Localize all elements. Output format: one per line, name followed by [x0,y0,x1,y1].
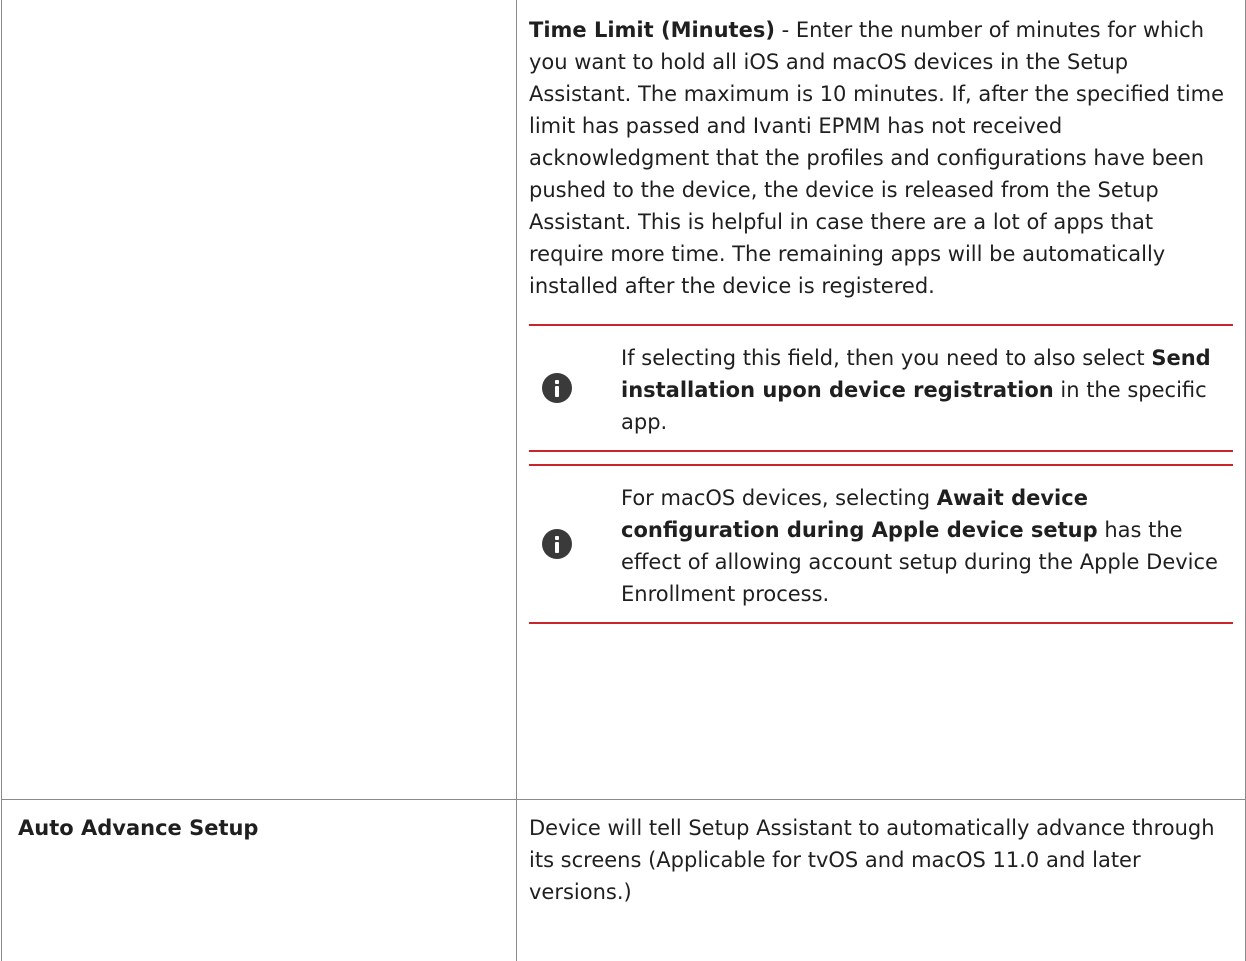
time-limit-paragraph: Time Limit (Minutes) - Enter the number … [529,14,1233,302]
info-icon [542,529,572,559]
label-cell: Auto Advance Setup [2,800,517,961]
note-text-start: If selecting this field, then you need t… [621,346,1151,370]
time-limit-description: - Enter the number of minutes for which … [529,18,1224,298]
note-callout: For macOS devices, selecting Await devic… [529,464,1233,624]
description-cell: Device will tell Setup Assistant to auto… [517,800,1246,961]
time-limit-term: Time Limit (Minutes) [529,18,775,42]
auto-advance-description: Device will tell Setup Assistant to auto… [529,812,1233,908]
settings-table: Time Limit (Minutes) - Enter the number … [1,0,1246,961]
note-bottom-rule [529,622,1233,624]
note-callout: If selecting this field, then you need t… [529,324,1233,452]
empty-label-cell [2,0,517,800]
description-cell: Time Limit (Minutes) - Enter the number … [517,0,1246,800]
info-icon [542,373,572,403]
table-row: Auto Advance Setup Device will tell Setu… [2,800,1246,961]
note-bottom-rule [529,450,1233,452]
note-text: For macOS devices, selecting Await devic… [621,482,1223,610]
table-row: Time Limit (Minutes) - Enter the number … [2,0,1246,800]
note-text: If selecting this field, then you need t… [621,342,1223,438]
note-text-start: For macOS devices, selecting [621,486,937,510]
auto-advance-label: Auto Advance Setup [2,800,516,844]
